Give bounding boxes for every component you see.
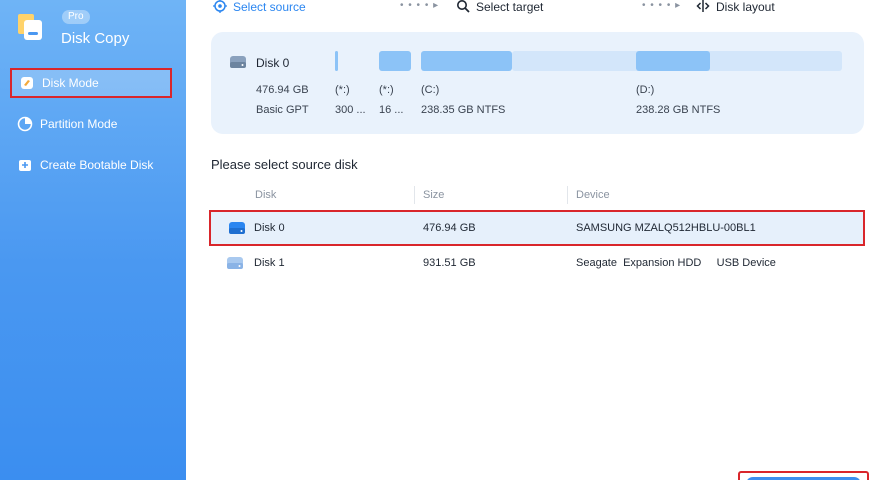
partition-bar[interactable] bbox=[379, 51, 411, 71]
sidebar-item-label: Disk Mode bbox=[42, 76, 99, 90]
partition-detail: 238.35 GB NTFS bbox=[421, 104, 506, 116]
partition-detail: 16 ... bbox=[379, 104, 404, 116]
disk-mode-icon bbox=[19, 75, 35, 91]
row-device: SAMSUNG MZALQ512HBLU-00BL1 bbox=[576, 222, 756, 234]
source-disk-panel: Disk 0 476.94 GB Basic GPT (*:) 300 ... … bbox=[211, 32, 864, 134]
row-disk-size: 931.51 GB bbox=[423, 257, 476, 269]
pie-chart-icon bbox=[17, 116, 33, 132]
partition-label: (D:) bbox=[636, 84, 655, 96]
hard-disk-icon bbox=[229, 212, 245, 244]
partition-label: (*:) bbox=[379, 84, 394, 96]
target-icon bbox=[213, 0, 227, 16]
column-header-disk[interactable]: Disk bbox=[255, 189, 276, 201]
step-label: Disk layout bbox=[716, 0, 775, 14]
layout-icon bbox=[696, 0, 710, 16]
column-divider bbox=[414, 186, 415, 204]
bootable-disk-icon bbox=[17, 157, 33, 173]
sidebar-item-disk-mode[interactable]: Disk Mode bbox=[10, 68, 172, 98]
column-header-size[interactable]: Size bbox=[423, 189, 444, 201]
partition-bar-free bbox=[710, 51, 842, 71]
partition-bar[interactable] bbox=[335, 51, 338, 71]
disk-size: 476.94 GB bbox=[256, 84, 309, 96]
step-disk-layout: Disk layout bbox=[696, 0, 775, 14]
step-separator: • • • • ▸ bbox=[400, 0, 440, 11]
sidebar-item-create-bootable-disk[interactable]: Create Bootable Disk bbox=[10, 150, 172, 180]
hard-disk-icon bbox=[227, 245, 243, 281]
partition-bar[interactable] bbox=[421, 51, 512, 71]
row-disk-size: 476.94 GB bbox=[423, 222, 476, 234]
sidebar-item-partition-mode[interactable]: Partition Mode bbox=[10, 109, 172, 139]
pro-badge: Pro bbox=[62, 10, 90, 24]
step-select-source: Select source bbox=[213, 0, 306, 14]
column-divider bbox=[567, 186, 568, 204]
step-separator: • • • • ▸ bbox=[642, 0, 682, 11]
app-logo-icon bbox=[14, 10, 48, 44]
partition-bar[interactable] bbox=[636, 51, 710, 71]
table-row[interactable]: Disk 1 931.51 GB Seagate Expansion HDD U… bbox=[209, 245, 865, 281]
step-select-target: Select target bbox=[456, 0, 543, 14]
partition-label: (*:) bbox=[335, 84, 350, 96]
sidebar-item-label: Create Bootable Disk bbox=[40, 158, 154, 172]
partition-label: (C:) bbox=[421, 84, 440, 96]
section-title: Please select source disk bbox=[211, 157, 358, 172]
sidebar-item-label: Partition Mode bbox=[40, 117, 118, 131]
row-device: Seagate Expansion HDD USB Device bbox=[576, 257, 776, 269]
table-row[interactable]: Disk 0 476.94 GB SAMSUNG MZALQ512HBLU-00… bbox=[209, 210, 865, 246]
partition-detail: 238.28 GB NTFS bbox=[636, 104, 721, 116]
disk-name: Disk 0 bbox=[256, 56, 290, 70]
row-disk-name: Disk 0 bbox=[254, 222, 285, 234]
next-button[interactable] bbox=[738, 471, 869, 480]
partition-detail: 300 ... bbox=[335, 104, 366, 116]
step-label: Select source bbox=[233, 0, 306, 14]
column-header-device[interactable]: Device bbox=[576, 189, 610, 201]
hard-disk-icon bbox=[230, 55, 246, 68]
row-disk-name: Disk 1 bbox=[254, 257, 285, 269]
app-title: Disk Copy bbox=[61, 30, 130, 47]
sidebar: Pro Disk Copy Disk Mode Partition Mode C… bbox=[0, 0, 186, 480]
disk-type: Basic GPT bbox=[256, 104, 309, 116]
search-icon bbox=[456, 0, 470, 16]
step-label: Select target bbox=[476, 0, 544, 14]
